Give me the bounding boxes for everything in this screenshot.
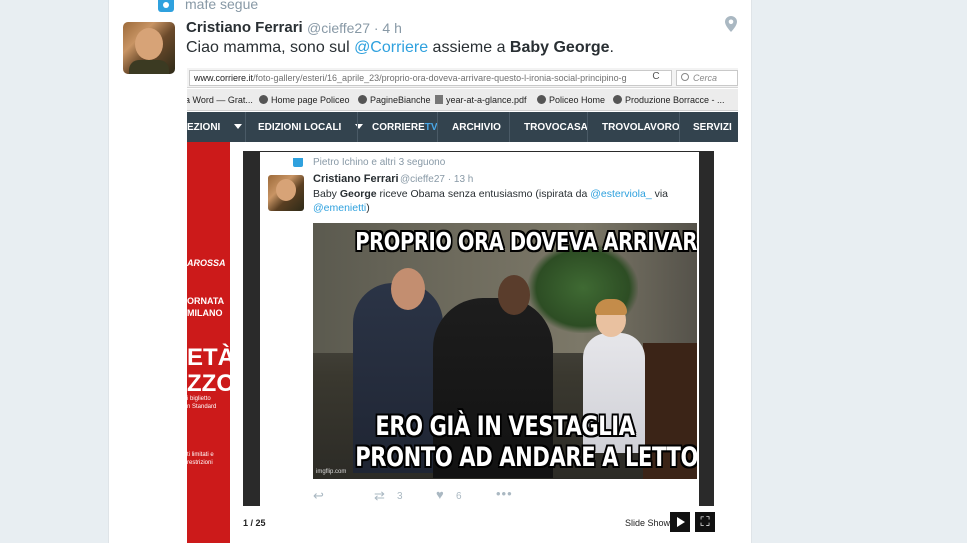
retweet-icon: ⇄ bbox=[374, 488, 385, 503]
sidebar-label: ORNATA bbox=[187, 296, 225, 306]
bookmark-label: Policeo Home bbox=[549, 95, 606, 105]
sidebar-label: i biglietto bbox=[187, 396, 211, 402]
corriere-nav-bar: EZIONI EDIZIONI LOCALI CORRIERETV ARCHIV… bbox=[187, 112, 738, 142]
search-placeholder: Cerca bbox=[693, 73, 718, 83]
meme-watermark: imgflip.com bbox=[316, 469, 347, 475]
reply-icon: ↩ bbox=[313, 488, 324, 503]
nav-item: EZIONI bbox=[187, 122, 243, 133]
url-path: /foto-gallery/esteri/16_aprile_23/propri… bbox=[253, 73, 627, 83]
bookmark-item: year-at-a-glance.pdf bbox=[435, 95, 527, 105]
bookmark-label: a Word — Grat... bbox=[187, 95, 253, 105]
inner-text-part: ) bbox=[366, 202, 370, 214]
bookmark-label: Home page Policeo bbox=[271, 95, 350, 105]
inner-text-part: riceve Obama senza entusiasmo (ispirata … bbox=[376, 188, 591, 200]
inner-mention: @esterviola_ bbox=[590, 188, 652, 200]
tweet-text: Ciao mamma, sono sul @Corriere assieme a… bbox=[186, 39, 614, 57]
document-icon bbox=[435, 95, 443, 104]
globe-icon bbox=[259, 95, 268, 104]
meme-caption-bottom-1: ERO GIÀ IN VESTAGLIA bbox=[375, 411, 635, 442]
bookmark-label: Produzione Borracce - ... bbox=[625, 95, 725, 105]
inner-mention: @emenietti bbox=[313, 202, 367, 214]
inner-follow-context: Pietro Ichino e altri 3 seguono bbox=[313, 157, 446, 168]
meme-caption-top: PROPRIO ORA DOVEVA ARRIVARE QUESTO? bbox=[355, 227, 697, 256]
url-host: www.corriere.it bbox=[194, 73, 254, 83]
bookmark-item: Policeo Home bbox=[537, 95, 605, 105]
globe-icon bbox=[537, 95, 546, 104]
tweet-bold-text: Baby George bbox=[509, 39, 610, 56]
nav-divider bbox=[509, 112, 510, 142]
play-icon bbox=[670, 512, 690, 532]
inner-text-part: via bbox=[651, 188, 669, 200]
gallery-counter: 1 / 25 bbox=[243, 518, 266, 528]
nav-label: EZIONI bbox=[187, 122, 221, 133]
sidebar-label: ZZO bbox=[187, 370, 235, 397]
bookmark-item: Home page Policeo bbox=[259, 95, 350, 105]
inner-text-bold: George bbox=[339, 188, 377, 200]
nav-divider bbox=[437, 112, 438, 142]
nav-divider bbox=[587, 112, 588, 142]
author-handle-time[interactable]: @cieffe27 · 4 h bbox=[307, 20, 402, 36]
meme-figure-head bbox=[391, 268, 425, 310]
globe-icon bbox=[358, 95, 367, 104]
bookmark-label: year-at-a-glance.pdf bbox=[446, 95, 527, 105]
avatar[interactable] bbox=[123, 22, 175, 74]
nav-item: ARCHIVIO bbox=[452, 122, 501, 133]
nav-divider bbox=[245, 112, 246, 142]
nav-label-tv: TV bbox=[424, 122, 438, 133]
nav-item: EDIZIONI LOCALI bbox=[258, 122, 364, 133]
meme-figure-hair bbox=[595, 299, 627, 315]
browser-url-bar: www.corriere.it/foto-gallery/esteri/16_a… bbox=[187, 68, 738, 88]
meme-image: PROPRIO ORA DOVEVA ARRIVARE QUESTO? ERO … bbox=[313, 223, 697, 479]
nav-item: SERVIZI bbox=[693, 122, 732, 133]
inner-avatar bbox=[268, 175, 304, 211]
red-sidebar: AROSSA ORNATA MILANO ETÀ ZZO i biglietto… bbox=[187, 142, 235, 543]
sidebar-label: n Standard bbox=[187, 404, 217, 410]
chevron-down-icon bbox=[234, 124, 243, 129]
sidebar-label: restrizioni bbox=[187, 460, 213, 466]
url-field: www.corriere.it/foto-gallery/esteri/16_a… bbox=[189, 70, 672, 86]
nav-item: TROVOLAVORO bbox=[602, 122, 680, 133]
sidebar-label: MILANO bbox=[187, 308, 223, 318]
browser-search-field: Cerca bbox=[676, 70, 738, 86]
nav-item: TROVOCASA bbox=[524, 122, 588, 133]
nav-label: CORRIERE bbox=[372, 122, 425, 133]
nav-divider bbox=[679, 112, 680, 142]
reload-icon: C bbox=[652, 71, 660, 82]
mention-link[interactable]: @Corriere bbox=[354, 39, 428, 56]
follow-context-icon bbox=[293, 158, 303, 167]
meme-figure-head bbox=[498, 275, 530, 315]
bookmarks-bar: a Word — Grat... Home page Policeo Pagin… bbox=[187, 89, 738, 111]
favorite-count: 6 bbox=[456, 491, 462, 502]
sidebar-label: AROSSA bbox=[187, 258, 226, 268]
bookmark-item: a Word — Grat... bbox=[187, 95, 253, 105]
sidebar-label: ti limitati e bbox=[187, 452, 214, 458]
slideshow-label: Slide Show bbox=[625, 518, 671, 528]
inner-text-part: Baby bbox=[313, 188, 340, 200]
nav-item: CORRIERETV bbox=[372, 122, 438, 133]
location-pin-icon[interactable] bbox=[725, 16, 737, 32]
follow-context-text[interactable]: mafe segue bbox=[185, 0, 258, 12]
inner-tweet-text: Baby George riceve Obama senza entusiasm… bbox=[313, 187, 703, 215]
twitter-timeline: mafe segue Cristiano Ferrari @cieffe27 ·… bbox=[0, 0, 967, 543]
tweet-text-part: Ciao mamma, sono sul bbox=[186, 39, 355, 56]
fullscreen-icon: ⛶ bbox=[695, 512, 715, 532]
bookmark-item: Produzione Borracce - ... bbox=[613, 95, 725, 105]
nav-divider bbox=[357, 112, 358, 142]
search-icon bbox=[681, 73, 689, 81]
nav-label: EDIZIONI LOCALI bbox=[258, 122, 342, 133]
bookmark-label: PagineBianche bbox=[370, 95, 431, 105]
globe-icon bbox=[613, 95, 622, 104]
author-name[interactable]: Cristiano Ferrari bbox=[186, 19, 303, 36]
retweet-count: 3 bbox=[397, 491, 403, 502]
tweet-text-part: assieme a bbox=[428, 39, 510, 56]
follow-context-icon bbox=[158, 0, 174, 12]
meme-caption-bottom-2: PRONTO AD ANDARE A LETTO bbox=[355, 442, 697, 473]
bookmark-item: PagineBianche bbox=[358, 95, 431, 105]
inner-author-name: Cristiano Ferrari bbox=[313, 173, 399, 185]
sidebar-label: ETÀ bbox=[187, 344, 235, 371]
tweet-text-part: . bbox=[609, 39, 614, 56]
inner-author-handle: @cieffe27 · 13 h bbox=[400, 174, 474, 185]
more-icon: ••• bbox=[496, 486, 513, 501]
heart-icon: ♥ bbox=[436, 487, 444, 502]
